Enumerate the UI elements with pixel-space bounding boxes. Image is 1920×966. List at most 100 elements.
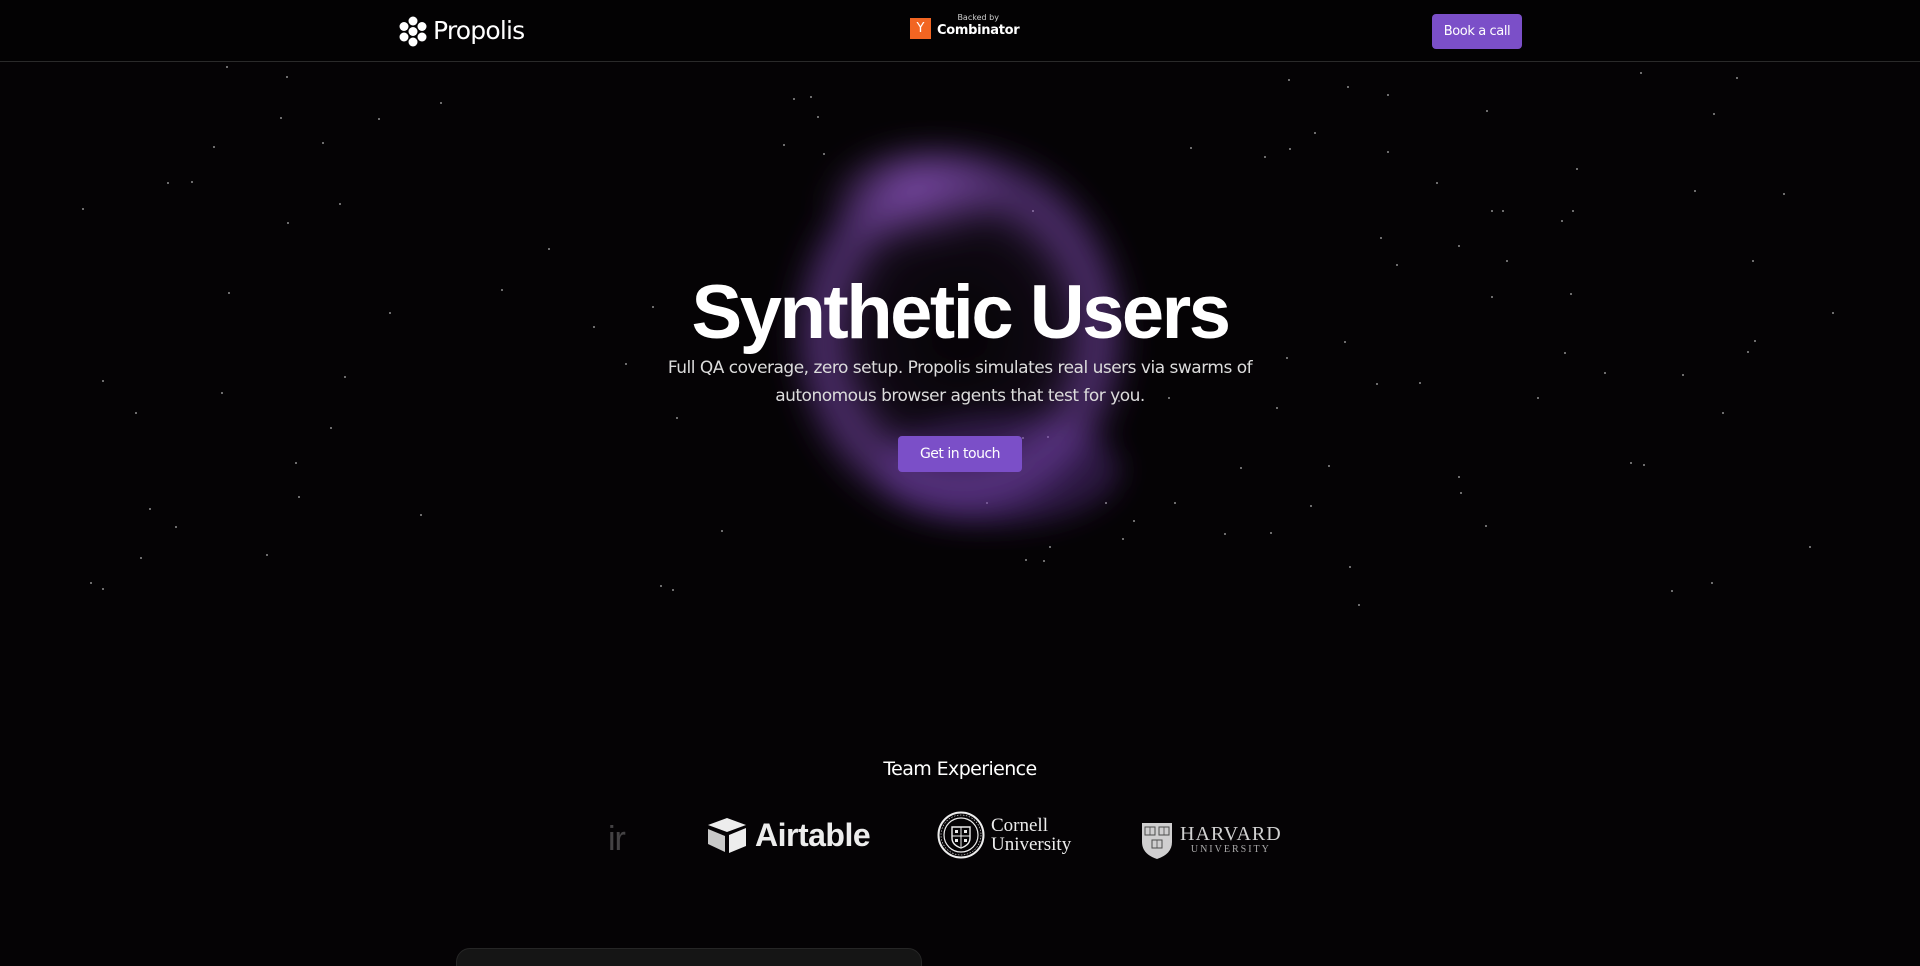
star [1264, 156, 1266, 158]
get-in-touch-button[interactable]: Get in touch [898, 436, 1022, 472]
star [1537, 397, 1539, 399]
star [213, 146, 215, 148]
star [721, 530, 723, 532]
star [1713, 113, 1715, 115]
star [330, 427, 332, 429]
star [548, 248, 550, 250]
yc-badge: Y Backed by Combinator [910, 13, 1020, 39]
star [191, 181, 193, 183]
star [135, 412, 137, 414]
hero-subtitle: Full QA coverage, zero setup. Propolis s… [667, 358, 1253, 406]
star [221, 392, 223, 394]
star [1502, 210, 1504, 212]
airtable-icon [708, 818, 746, 853]
star [440, 102, 442, 104]
next-section-card [456, 948, 922, 966]
star [266, 554, 268, 556]
star [660, 585, 662, 587]
star [793, 98, 795, 100]
star [1376, 383, 1378, 385]
star [1347, 86, 1349, 88]
star [1604, 372, 1606, 374]
star [1190, 147, 1192, 149]
star [140, 557, 142, 559]
star [1310, 505, 1312, 507]
propolis-logo[interactable]: Propolis [399, 15, 525, 47]
star [1643, 464, 1645, 466]
star [1486, 110, 1488, 112]
cornell-seal-icon [937, 811, 985, 859]
star [1506, 260, 1508, 262]
propolis-hexagon-logo-icon [399, 16, 427, 46]
star [1809, 546, 1811, 548]
harvard-shield-icon [1142, 823, 1172, 859]
star [1349, 566, 1351, 568]
star [1025, 559, 1027, 561]
top-nav: Propolis Y Backed by Combinator Book a c… [0, 0, 1920, 62]
star [1640, 72, 1642, 74]
hero-title: Synthetic Users [691, 270, 1231, 355]
star [1722, 412, 1724, 414]
y-combinator-icon: Y [910, 18, 931, 39]
star [82, 208, 84, 210]
star [420, 514, 422, 516]
star [1436, 182, 1438, 184]
star [1043, 560, 1045, 562]
star [1694, 190, 1696, 192]
star [149, 508, 151, 510]
star [1314, 132, 1316, 134]
airtable-wordmark: Airtable [755, 816, 871, 853]
star [378, 118, 380, 120]
star [676, 417, 678, 419]
star [1419, 382, 1421, 384]
star [280, 117, 282, 119]
harvard-line-1: HARVARD [1180, 823, 1282, 845]
star [672, 589, 674, 591]
team-experience-heading: Team Experience [883, 758, 1037, 780]
star [1491, 210, 1493, 212]
combinator-label: Combinator [937, 23, 1020, 38]
star [175, 526, 177, 528]
star [1576, 168, 1578, 170]
star [1682, 374, 1684, 376]
star [1288, 79, 1290, 81]
star [298, 496, 300, 498]
harvard-logo: HARVARD UNIVERSITY [1140, 820, 1282, 860]
star [1630, 462, 1632, 464]
harvard-line-2: UNIVERSITY [1190, 844, 1271, 855]
star [1396, 264, 1398, 266]
star [286, 76, 288, 78]
cornell-line-2: University [991, 834, 1072, 855]
backed-by-label: Backed by [957, 13, 999, 22]
star [817, 116, 819, 118]
star [1224, 533, 1226, 535]
star [1358, 604, 1360, 606]
star [1561, 220, 1563, 222]
logo-text: Propolis [433, 16, 525, 45]
star [1270, 532, 1272, 534]
star [625, 363, 627, 365]
star [1174, 502, 1176, 504]
star [1276, 407, 1278, 409]
airtable-logo: Airtable [706, 816, 871, 854]
star [1711, 582, 1713, 584]
star [287, 222, 289, 224]
star [1380, 237, 1382, 239]
star [810, 96, 812, 98]
team-logos-carousel: ir Airtable Cornell University HARVARD U… [0, 800, 1920, 880]
cornell-logo: Cornell University [937, 811, 1071, 859]
star [1736, 77, 1738, 79]
partial-company-logo: ir [608, 820, 626, 858]
star [1289, 148, 1291, 150]
star [339, 203, 341, 205]
star [102, 588, 104, 590]
star [1783, 193, 1785, 195]
book-call-button[interactable]: Book a call [1432, 14, 1522, 49]
star [295, 462, 297, 464]
page: Propolis Y Backed by Combinator Book a c… [0, 0, 1920, 966]
star [1671, 590, 1673, 592]
star [226, 66, 228, 68]
cornell-line-1: Cornell [991, 815, 1048, 836]
star [1458, 245, 1460, 247]
star [1387, 94, 1389, 96]
